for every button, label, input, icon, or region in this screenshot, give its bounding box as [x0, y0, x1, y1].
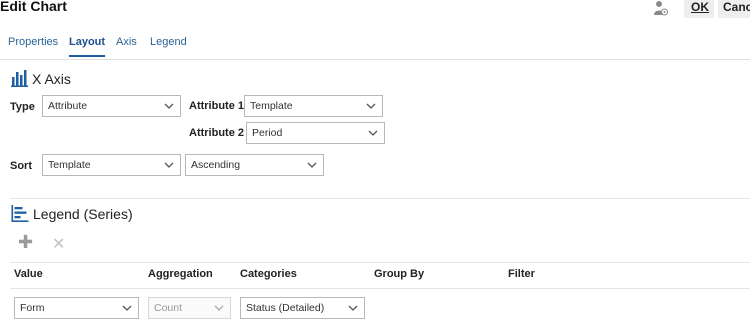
- section-divider: [10, 198, 750, 199]
- table-header-divider: [10, 288, 750, 289]
- sort-order-select[interactable]: Ascending: [185, 154, 324, 176]
- chevron-down-icon: [164, 162, 174, 168]
- column-header-value: Value: [14, 268, 43, 280]
- add-icon[interactable]: ✚: [18, 232, 33, 253]
- table-top-divider: [10, 262, 750, 263]
- type-select[interactable]: Attribute: [42, 95, 181, 117]
- chevron-down-icon: [366, 103, 376, 109]
- x-axis-section-title: X Axis: [32, 71, 71, 87]
- tab-legend[interactable]: Legend: [150, 36, 187, 55]
- sort-label: Sort: [10, 160, 32, 172]
- value-select[interactable]: Form: [14, 297, 139, 319]
- legend-section-title: Legend (Series): [33, 206, 133, 222]
- aggregation-select: Count: [148, 297, 231, 319]
- column-header-categories: Categories: [240, 268, 297, 280]
- type-label: Type: [10, 101, 35, 113]
- column-header-filter: Filter: [508, 268, 535, 280]
- legend-series-icon: [11, 205, 29, 222]
- tab-bar: Properties Layout Axis Legend: [0, 30, 750, 60]
- tab-layout[interactable]: Layout: [69, 36, 106, 57]
- attribute2-select[interactable]: Period: [246, 122, 385, 144]
- categories-select[interactable]: Status (Detailed): [240, 297, 365, 319]
- cancel-button[interactable]: Cance: [718, 0, 750, 18]
- attribute1-label: Attribute 1: [189, 100, 244, 112]
- column-header-group-by: Group By: [374, 268, 425, 280]
- dialog-title: Edit Chart: [0, 0, 67, 14]
- ok-button[interactable]: OK: [684, 0, 714, 18]
- chevron-down-icon: [214, 305, 224, 311]
- chevron-down-icon: [307, 162, 317, 168]
- user-settings-icon[interactable]: [652, 0, 668, 16]
- column-header-aggregation: Aggregation: [148, 268, 213, 280]
- chevron-down-icon: [348, 305, 358, 311]
- tab-axis[interactable]: Axis: [116, 36, 137, 55]
- bar-chart-icon: [11, 70, 28, 87]
- chevron-down-icon: [164, 103, 174, 109]
- attribute1-select[interactable]: Template: [244, 95, 383, 117]
- sort-field-select[interactable]: Template: [42, 154, 181, 176]
- delete-icon[interactable]: ✕: [52, 234, 65, 254]
- tab-properties[interactable]: Properties: [8, 36, 58, 55]
- chevron-down-icon: [122, 305, 132, 311]
- attribute2-label: Attribute 2: [189, 127, 244, 139]
- chevron-down-icon: [368, 130, 378, 136]
